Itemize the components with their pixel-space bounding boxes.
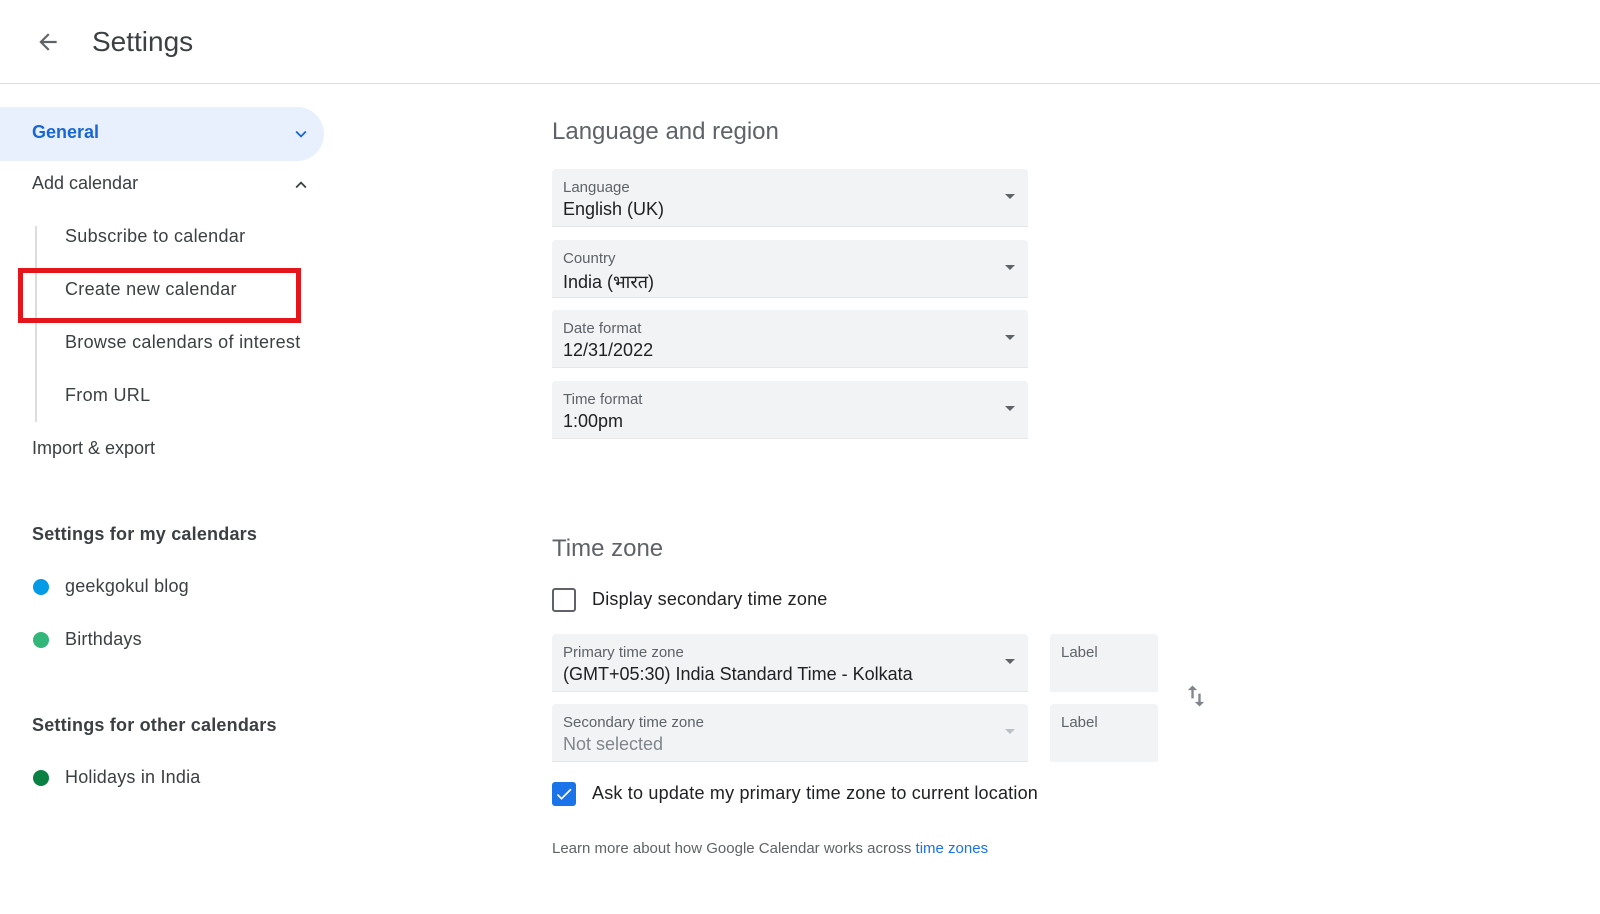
page-title: Settings <box>92 26 194 57</box>
field-label: Time format <box>563 391 643 408</box>
time-zone-title: Time zone <box>552 535 664 562</box>
sidebar-item-label: Subscribe to calendar <box>65 226 246 246</box>
field-label: Country <box>563 250 616 267</box>
calendar-color-dot <box>33 579 49 595</box>
dropdown-arrow-icon <box>1005 659 1015 664</box>
sidebar-item-subscribe-to-calendar[interactable]: Subscribe to calendar <box>36 215 326 259</box>
calendar-color-dot <box>33 770 49 786</box>
sidebar-item-create-new-calendar[interactable]: Create new calendar <box>36 268 326 312</box>
swap-vertical-icon <box>1187 685 1205 707</box>
field-label: Primary time zone <box>563 644 684 661</box>
field-value: 12/31/2022 <box>563 340 654 360</box>
time-format-select[interactable]: Time format 1:00pm <box>552 381 1028 439</box>
field-value: India (भारत) <box>563 272 654 292</box>
sidebar-item-from-url[interactable]: From URL <box>36 374 326 418</box>
dropdown-arrow-icon <box>1005 406 1015 411</box>
dropdown-arrow-icon <box>1005 194 1015 199</box>
time-zones-link[interactable]: time zones <box>916 840 989 857</box>
sidebar-item-calendar[interactable]: geekgokul blog <box>0 565 324 609</box>
date-format-select[interactable]: Date format 12/31/2022 <box>552 310 1028 368</box>
sidebar-item-calendar[interactable]: Holidays in India <box>0 756 324 800</box>
settings-sidebar: General Add calendar Subscribe to calend… <box>0 84 330 914</box>
unchecked-checkbox[interactable] <box>552 588 576 612</box>
dropdown-arrow-icon <box>1005 265 1015 270</box>
field-value: 1:00pm <box>563 411 624 431</box>
arrow-left-icon <box>39 33 57 51</box>
sidebar-item-browse-calendars[interactable]: Browse calendars of interest <box>36 321 326 365</box>
sidebar-item-label: geekgokul blog <box>65 576 189 596</box>
field-placeholder: Label <box>1061 714 1098 731</box>
secondary-timezone-label-input[interactable]: Label <box>1050 704 1158 762</box>
chevron-up-icon <box>295 181 307 189</box>
field-placeholder: Label <box>1061 644 1098 661</box>
chevron-down-icon <box>295 130 307 138</box>
checkbox-label: Ask to update my primary time zone to cu… <box>592 783 1038 803</box>
sidebar-item-label: From URL <box>65 385 151 405</box>
sidebar-item-label: General <box>32 122 100 142</box>
field-value: Not selected <box>563 734 664 754</box>
sidebar-item-import-export[interactable]: Import & export <box>0 427 324 471</box>
sidebar-item-label: Browse calendars of interest <box>65 332 301 352</box>
display-secondary-timezone-checkbox-row[interactable]: Display secondary time zone <box>552 586 852 614</box>
dropdown-arrow-icon <box>1005 729 1015 734</box>
field-label: Language <box>563 179 630 196</box>
checkmark-icon <box>556 788 572 800</box>
field-label: Secondary time zone <box>563 714 704 731</box>
dropdown-arrow-icon <box>1005 335 1015 340</box>
other-calendars-heading: Settings for other calendars <box>32 715 277 735</box>
country-select[interactable]: Country India (भारत) <box>552 240 1028 298</box>
field-value: (GMT+05:30) India Standard Time - Kolkat… <box>563 664 913 684</box>
sidebar-item-general[interactable]: General <box>0 107 324 161</box>
back-button[interactable] <box>28 22 68 62</box>
ask-update-timezone-checkbox-row[interactable]: Ask to update my primary time zone to cu… <box>552 780 1072 808</box>
primary-timezone-select[interactable]: Primary time zone (GMT+05:30) India Stan… <box>552 634 1028 692</box>
sidebar-item-label: Import & export <box>32 438 156 458</box>
sidebar-item-label: Add calendar <box>32 173 139 193</box>
swap-timezones-button[interactable] <box>1180 680 1212 712</box>
field-value: English (UK) <box>563 199 665 219</box>
sidebar-item-label: Holidays in India <box>65 767 201 787</box>
checkbox-label: Display secondary time zone <box>592 589 828 609</box>
sidebar-item-add-calendar[interactable]: Add calendar <box>0 162 324 206</box>
learn-more-prefix: Learn more about how Google Calendar wor… <box>552 840 916 857</box>
sidebar-item-calendar[interactable]: Birthdays <box>0 618 324 662</box>
language-select[interactable]: Language English (UK) <box>552 169 1028 227</box>
language-region-title: Language and region <box>552 118 779 145</box>
sidebar-item-label: Birthdays <box>65 629 142 649</box>
calendar-color-dot <box>33 632 49 648</box>
sidebar-item-label: Create new calendar <box>65 279 237 299</box>
learn-more-text: Learn more about how Google Calendar wor… <box>552 840 988 857</box>
primary-timezone-label-input[interactable]: Label <box>1050 634 1158 692</box>
top-header: Settings <box>0 0 1600 84</box>
secondary-timezone-select[interactable]: Secondary time zone Not selected <box>552 704 1028 762</box>
checked-checkbox[interactable] <box>552 782 576 806</box>
field-label: Date format <box>563 320 642 337</box>
my-calendars-heading: Settings for my calendars <box>32 524 258 544</box>
